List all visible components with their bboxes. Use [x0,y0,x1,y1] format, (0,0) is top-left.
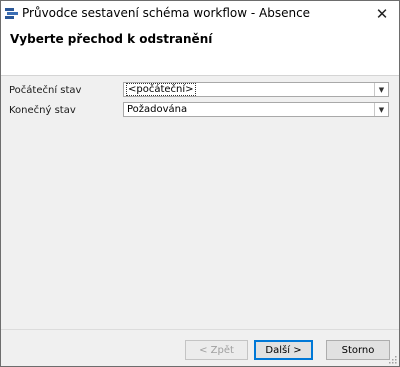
close-button[interactable]: ✕ [365,1,399,27]
wizard-window: Průvodce sestavení schéma workflow - Abs… [0,0,400,367]
end-state-value: Požadována [127,104,188,115]
chevron-down-icon[interactable]: ▼ [374,83,388,96]
start-state-value: <počáteční> [126,83,196,96]
end-state-label: Konečný stav [9,105,76,116]
start-state-label: Počáteční stav [9,85,82,96]
page-title: Vyberte přechod k odstranění [10,32,213,46]
start-state-select[interactable]: <počáteční> ▼ [123,82,389,97]
end-state-select[interactable]: Požadována ▼ [123,102,389,117]
window-title: Průvodce sestavení schéma workflow - Abs… [22,6,311,20]
next-button[interactable]: Další > [254,340,313,360]
cancel-button[interactable]: Storno [326,340,390,360]
chevron-down-icon[interactable]: ▼ [374,103,388,116]
back-button[interactable]: < Zpět [185,340,248,360]
workflow-app-icon [5,8,18,19]
footer-divider [1,329,399,330]
title-bar: Průvodce sestavení schéma workflow - Abs… [1,1,399,27]
close-icon: ✕ [375,5,389,23]
wizard-header: Vyberte přechod k odstranění [1,27,399,76]
resize-grip-icon[interactable] [387,354,397,364]
